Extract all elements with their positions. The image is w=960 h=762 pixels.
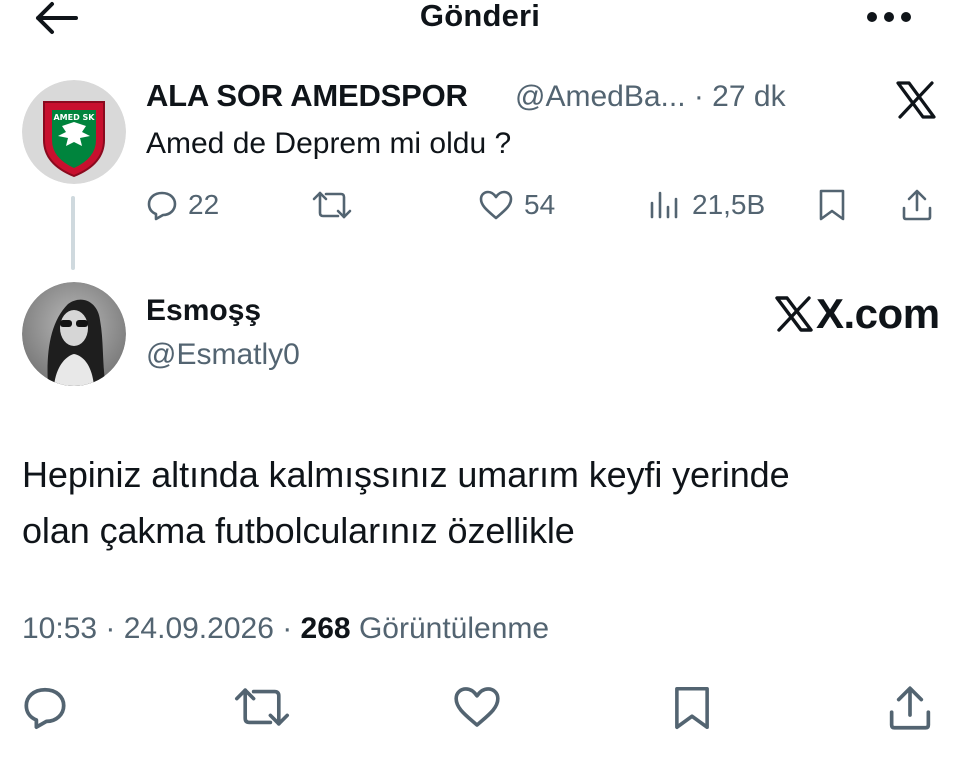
quoted-tweet-text: Amed de Deprem mi oldu ?: [146, 127, 512, 160]
page-title: Gönderi: [419, 0, 541, 33]
retweet-action[interactable]: [312, 187, 352, 223]
share-icon: [900, 188, 934, 222]
reply-tweet-text: Hepiniz altında kalmışsınız umarım keyfi…: [22, 447, 932, 559]
reply-author-name[interactable]: Esmoşş: [146, 294, 261, 328]
reply-icon: [146, 189, 178, 221]
like-count: 54: [524, 189, 556, 220]
views-icon: [648, 189, 682, 221]
reply-text-line-2: olan çakma futbolcularınız özellikle: [22, 510, 575, 551]
reply-icon: [22, 684, 72, 730]
reply-button[interactable]: [22, 684, 72, 734]
quoted-author-name[interactable]: ALA SOR AMEDSPOR: [146, 78, 468, 114]
retweet-button[interactable]: [234, 684, 292, 734]
x-logo-icon: [774, 295, 814, 333]
like-action[interactable]: 54: [478, 187, 555, 223]
more-options-icon[interactable]: [862, 6, 916, 28]
reply-text-line-1: Hepiniz altında kalmışsınız umarım keyfi…: [22, 454, 790, 495]
x-com-text: X.com: [816, 290, 940, 337]
thread-connector: [71, 196, 75, 270]
heart-icon: [452, 684, 502, 730]
share-button[interactable]: [886, 684, 936, 734]
reply-count: 22: [188, 189, 220, 220]
reply-author-handle[interactable]: @Esmatly0: [146, 338, 300, 372]
like-button[interactable]: [452, 684, 502, 734]
retweet-icon: [312, 189, 352, 221]
bookmark-icon: [670, 684, 720, 732]
view-label: Görüntülenme: [350, 612, 550, 645]
svg-text:AMED SK: AMED SK: [53, 113, 95, 122]
tweet-timestamp: 10:53 · 24.09.2026 · 268 Görüntülenme: [22, 612, 549, 646]
amedspor-avatar[interactable]: AMED SK: [22, 80, 126, 184]
quoted-handle-time[interactable]: @AmedBa... · 27 dk: [515, 80, 786, 114]
share-icon: [886, 684, 936, 732]
heart-icon: [478, 189, 514, 221]
x-logo-icon: [894, 80, 938, 120]
timestamp-text: 10:53 · 24.09.2026 ·: [22, 612, 301, 645]
bookmark-button[interactable]: [670, 684, 720, 734]
retweet-icon: [234, 684, 292, 730]
bookmark-action[interactable]: [816, 187, 848, 223]
views-action[interactable]: 21,5B: [648, 187, 765, 223]
views-count: 21,5B: [692, 189, 766, 220]
share-action[interactable]: [900, 187, 934, 223]
reply-action[interactable]: 22: [146, 187, 219, 223]
view-count: 268: [300, 612, 351, 645]
esmatly-avatar[interactable]: [22, 282, 126, 386]
bookmark-icon: [816, 188, 848, 222]
x-com-watermark: X.com: [774, 290, 940, 338]
